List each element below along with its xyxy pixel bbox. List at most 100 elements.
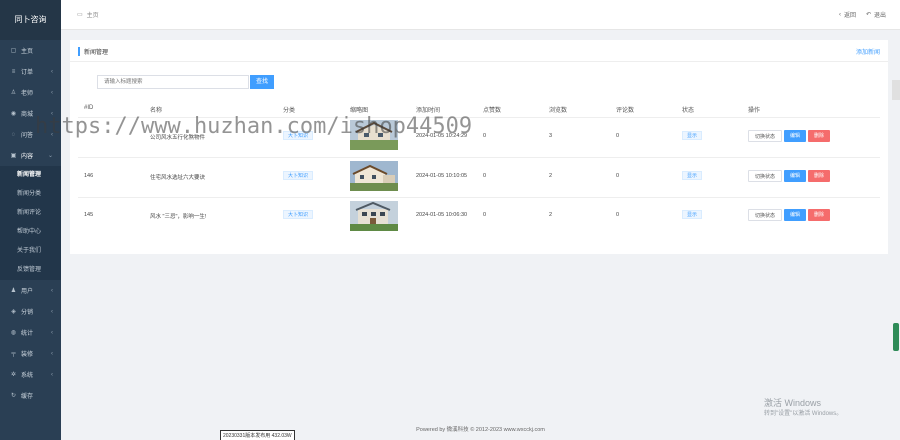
sidebar-item-stats[interactable]: ◍ 统计 ‹ bbox=[0, 322, 61, 343]
sidebar-item-label: 商城 bbox=[21, 112, 34, 118]
chevron-left-icon: ‹ bbox=[51, 287, 53, 294]
sidebar-item-label: 主页 bbox=[21, 49, 34, 55]
sidebar-item-label: 用户 bbox=[21, 289, 34, 295]
sidebar-item-label: 内容 bbox=[21, 154, 34, 160]
breadcrumb-home[interactable]: 主页 bbox=[87, 10, 99, 19]
sidebar-item-distribution[interactable]: ◈ 分销 ‹ bbox=[0, 301, 61, 322]
row-id: 146 bbox=[84, 173, 94, 179]
row-name: 住宅风水选址六大要诀 bbox=[150, 175, 206, 181]
news-thumbnail bbox=[350, 201, 398, 231]
row-views: 2 bbox=[549, 173, 553, 179]
logout-button[interactable]: ↶ 退出 bbox=[866, 10, 886, 19]
chevron-left-icon: ‹ bbox=[51, 68, 53, 75]
monitor-icon: ▭ bbox=[77, 12, 83, 18]
share-icon: ◈ bbox=[11, 309, 16, 315]
search-input[interactable] bbox=[97, 75, 249, 89]
shop-icon: ◉ bbox=[10, 111, 17, 117]
sidebar-item-label: 系统 bbox=[21, 373, 34, 379]
row-comments: 0 bbox=[616, 212, 620, 218]
back-button[interactable]: ‹ 返回 bbox=[838, 10, 856, 20]
category-tag: 大卜知识 bbox=[283, 210, 314, 219]
breadcrumb: ▭ 主页 bbox=[77, 10, 99, 19]
sidebar-subitem-news-comments[interactable]: 新闻评论 bbox=[0, 204, 61, 223]
delete-button[interactable]: 删除 bbox=[808, 130, 830, 142]
sidebar-item-home[interactable]: ▢ 主页 bbox=[0, 40, 61, 61]
sidebar-item-users[interactable]: ♟ 用户 ‹ bbox=[0, 280, 61, 301]
windows-activation-subtitle: 转到"设置"以激活 Windows。 bbox=[764, 411, 843, 417]
column-header-comments: 评论数 bbox=[616, 108, 635, 114]
sidebar-item-content[interactable]: ▣ 内容 ⌄ bbox=[0, 145, 61, 166]
sidebar-item-label: 订单 bbox=[21, 70, 34, 76]
column-header-id: #ID bbox=[84, 105, 94, 111]
chevron-left-icon: ‹ bbox=[838, 11, 841, 18]
column-header-time: 添加时间 bbox=[416, 108, 441, 114]
content-submenu: 新闻管理 新闻分类 新闻评论 帮助中心 关于我们 反馈管理 bbox=[0, 166, 61, 280]
floating-handle[interactable] bbox=[893, 323, 899, 351]
page-title: 新闻管理 bbox=[78, 47, 108, 56]
sidebar-subitem-news[interactable]: 新闻管理 bbox=[0, 166, 61, 185]
sidebar-item-label: 问答 bbox=[21, 133, 34, 139]
sidebar: 同卜咨询 ▢ 主页 ≡ 订单 ‹ ♙ 老师 ‹ ◉ 商城 ‹ ◌ 问答 ‹ ▣ … bbox=[0, 0, 61, 440]
status-badge: 显示 bbox=[682, 171, 703, 180]
column-header-status: 状态 bbox=[682, 108, 695, 114]
chevron-left-icon: ‹ bbox=[51, 329, 53, 336]
gear-icon: ✲ bbox=[10, 372, 17, 378]
chevron-left-icon: ‹ bbox=[51, 308, 53, 315]
top-bar: ▭ 主页 ‹ 返回 ↶ 退出 bbox=[61, 0, 900, 30]
sidebar-item-label: 装修 bbox=[21, 352, 34, 358]
back-label: 返回 bbox=[843, 13, 856, 19]
sidebar-item-label: 老师 bbox=[21, 91, 34, 97]
row-likes: 0 bbox=[483, 212, 487, 218]
toggle-status-button[interactable]: 切换状态 bbox=[748, 209, 782, 221]
row-comments: 0 bbox=[616, 173, 620, 179]
sidebar-subitem-feedback[interactable]: 反馈管理 bbox=[0, 261, 61, 280]
brush-icon: ╤ bbox=[11, 350, 16, 357]
logout-label: 退出 bbox=[873, 13, 886, 19]
sidebar-subitem-news-category[interactable]: 新闻分类 bbox=[0, 185, 61, 204]
edit-button[interactable]: 编辑 bbox=[784, 170, 806, 182]
chevron-down-icon: ⌄ bbox=[47, 153, 53, 159]
chevron-left-icon: ‹ bbox=[51, 89, 53, 96]
sidebar-item-decoration[interactable]: ╤ 装修 ‹ bbox=[0, 343, 61, 364]
side-panel-toggle[interactable] bbox=[892, 80, 900, 100]
sidebar-item-system[interactable]: ✲ 系统 ‹ bbox=[0, 364, 61, 385]
news-management-card: 新闻管理 添加新闻 查找 #ID 名称 分类 缩略图 添加时间 点赞数 浏览数 … bbox=[70, 40, 888, 254]
add-news-link[interactable]: 添加新闻 bbox=[856, 47, 880, 56]
delete-button[interactable]: 删除 bbox=[808, 170, 830, 182]
sidebar-item-cache[interactable]: ↻ 缓存 bbox=[0, 385, 61, 406]
toggle-status-button[interactable]: 切换状态 bbox=[748, 130, 782, 142]
user-icon: ♙ bbox=[10, 90, 17, 96]
column-header-name: 名称 bbox=[150, 108, 163, 114]
row-id: 145 bbox=[84, 212, 94, 218]
row-time: 2024-01-05 10:06:30 bbox=[416, 212, 468, 218]
chart-icon: ◍ bbox=[10, 330, 17, 336]
column-header-thumbnail: 缩略图 bbox=[350, 108, 369, 114]
toggle-status-button[interactable]: 切换状态 bbox=[748, 170, 782, 182]
top-actions: ‹ 返回 ↶ 退出 bbox=[838, 10, 886, 20]
list-icon: ≡ bbox=[11, 68, 16, 75]
row-time: 2024-01-05 10:10:05 bbox=[416, 173, 468, 179]
search-button[interactable]: 查找 bbox=[250, 75, 274, 89]
chat-icon: ◌ bbox=[11, 131, 16, 138]
column-header-likes: 点赞数 bbox=[483, 108, 502, 114]
sidebar-item-teachers[interactable]: ♙ 老师 ‹ bbox=[0, 82, 61, 103]
card-header: 新闻管理 添加新闻 bbox=[70, 40, 888, 62]
row-likes: 0 bbox=[483, 173, 487, 179]
sidebar-item-orders[interactable]: ≡ 订单 ‹ bbox=[0, 61, 61, 82]
sidebar-subitem-help[interactable]: 帮助中心 bbox=[0, 223, 61, 242]
row-comments: 0 bbox=[616, 133, 620, 139]
delete-button[interactable]: 删除 bbox=[808, 209, 830, 221]
edit-button[interactable]: 编辑 bbox=[784, 130, 806, 142]
undo-icon: ↶ bbox=[865, 12, 871, 18]
chevron-left-icon: ‹ bbox=[51, 371, 53, 378]
edit-button[interactable]: 编辑 bbox=[784, 209, 806, 221]
category-tag: 大卜知识 bbox=[283, 171, 314, 180]
content-icon: ▣ bbox=[10, 153, 17, 159]
sidebar-item-label: 统计 bbox=[21, 331, 34, 337]
news-thumbnail bbox=[350, 161, 398, 191]
sidebar-subitem-about[interactable]: 关于我们 bbox=[0, 242, 61, 261]
app-logo[interactable]: 同卜咨询 bbox=[0, 0, 61, 40]
chevron-left-icon: ‹ bbox=[51, 350, 53, 357]
row-views: 3 bbox=[549, 133, 553, 139]
sidebar-item-label: 缓存 bbox=[21, 394, 34, 400]
